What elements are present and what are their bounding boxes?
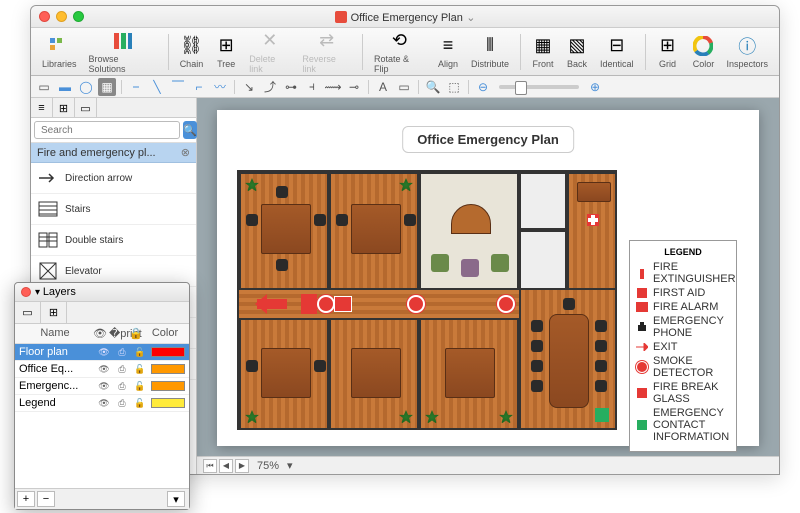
room <box>519 172 567 230</box>
library-header[interactable]: Fire and emergency pl...⊗ <box>31 143 196 163</box>
toolbar: Libraries Browse Solutions ⛓Chain ⊞Tree … <box>31 28 779 76</box>
next-page-button[interactable]: ▶ <box>235 459 249 473</box>
tree-button[interactable]: ⊞Tree <box>210 33 242 71</box>
layer-menu-button[interactable]: ▾ <box>167 491 185 507</box>
text-tool[interactable]: A <box>374 78 392 96</box>
first-page-button[interactable]: ⏮ <box>203 459 217 473</box>
room <box>419 172 519 290</box>
arrow-tool-3[interactable]: ⊶ <box>282 78 300 96</box>
room <box>329 318 419 430</box>
arrow-tool-2[interactable]: ⤴ <box>261 78 279 96</box>
fire-alarm-icon <box>334 296 352 312</box>
room <box>239 318 329 430</box>
callout-tool[interactable]: ▭ <box>395 78 413 96</box>
legend[interactable]: LEGEND FIRE EXTINGUISHER FIRST AID FIRE … <box>629 240 737 452</box>
rect-tool[interactable]: ▬ <box>56 78 74 96</box>
room <box>239 172 329 290</box>
layer-row[interactable]: Office Eq...👁⎙🔓 <box>15 361 189 378</box>
align-button[interactable]: ≡Align <box>432 33 464 71</box>
back-button[interactable]: ▧Back <box>561 33 593 71</box>
layers-titlebar[interactable]: ▾ Layers <box>15 283 189 302</box>
arrow-tool-1[interactable]: ↘ <box>240 78 258 96</box>
connector-tool-2[interactable]: ╲ <box>148 78 166 96</box>
reverse-link-button[interactable]: ⇄Reverse link <box>297 28 356 76</box>
chain-button[interactable]: ⛓Chain <box>175 33 209 71</box>
pointer-tool[interactable]: ▭ <box>35 78 53 96</box>
floor-plan[interactable] <box>237 170 617 430</box>
connector-tool-3[interactable]: ⎺ <box>169 78 187 96</box>
collapse-icon[interactable]: ⊗ <box>181 146 190 159</box>
search-input[interactable] <box>34 121 180 139</box>
delete-link-button[interactable]: ✕Delete link <box>244 28 295 76</box>
smoke-detector-icon <box>499 297 513 311</box>
inspectors-button[interactable]: ⓘInspectors <box>721 33 773 71</box>
connector-tool-1[interactable]: ⎯ <box>127 78 145 96</box>
zoom-in[interactable]: ⊕ <box>586 78 604 96</box>
fire-extinguisher-icon <box>301 294 317 314</box>
window-title: Office Emergency Plan ⌄ <box>31 10 779 24</box>
document-title[interactable]: Office Emergency Plan <box>402 126 574 153</box>
room <box>519 230 567 290</box>
connector-tool-5[interactable]: 〰 <box>211 78 229 96</box>
status-bar: ⏮ ◀ ▶ 75% ▾ <box>197 456 779 474</box>
lib-item-stairs[interactable]: Stairs <box>31 194 196 225</box>
legend-title: LEGEND <box>636 247 730 257</box>
smoke-detector-icon <box>319 297 333 311</box>
color-button[interactable]: Color <box>687 33 719 71</box>
layer-row[interactable]: Floor plan👁⎙🔓 <box>15 344 189 361</box>
grid-button[interactable]: ⊞Grid <box>651 33 683 71</box>
info-icon <box>595 408 609 422</box>
close-icon[interactable] <box>21 287 31 297</box>
arrow-tool-5[interactable]: ⟿ <box>324 78 342 96</box>
connector-tool-4[interactable]: ⌐ <box>190 78 208 96</box>
libraries-button[interactable]: Libraries <box>37 33 82 71</box>
layers-tab-2[interactable]: ⊞ <box>41 302 67 323</box>
zoom-slider[interactable] <box>499 85 579 89</box>
page[interactable]: Office Emergency Plan <box>217 110 759 446</box>
selected-tool[interactable]: ▦ <box>98 78 116 96</box>
side-tab-2[interactable]: ⊞ <box>53 98 75 118</box>
titlebar[interactable]: Office Emergency Plan ⌄ <box>31 6 779 28</box>
identical-button[interactable]: ⊟Identical <box>595 33 639 71</box>
remove-layer-button[interactable]: − <box>37 491 55 507</box>
room <box>567 172 617 290</box>
zoom-out[interactable]: ⊖ <box>474 78 492 96</box>
layers-panel[interactable]: ▾ Layers ▭ ⊞ Name👁�print🔒Color Floor pla… <box>14 282 190 510</box>
quickbar: ▭ ▬ ◯ ▦ ⎯ ╲ ⎺ ⌐ 〰 ↘ ⤴ ⊶ ⫞ ⟿ ⊸ A ▭ 🔍 ⬚ ⊖ … <box>31 76 779 98</box>
side-tab-1[interactable]: ≡ <box>31 98 53 118</box>
lib-item-double-stairs[interactable]: Double stairs <box>31 225 196 256</box>
zoom-level: 75% <box>257 460 279 472</box>
exit-arrow-icon <box>257 299 287 309</box>
rotate-flip-button[interactable]: ⟲Rotate & Flip <box>369 28 430 76</box>
room <box>419 318 519 430</box>
search-tool[interactable]: 🔍 <box>424 78 442 96</box>
browse-solutions-button[interactable]: Browse Solutions <box>84 28 162 76</box>
side-tab-3[interactable]: ▭ <box>75 98 97 118</box>
layer-row[interactable]: Emergenc...👁⎙🔓 <box>15 378 189 395</box>
lib-item-direction-arrow[interactable]: Direction arrow <box>31 163 196 194</box>
layers-header: Name👁�print🔒Color <box>15 324 189 344</box>
arrow-tool-4[interactable]: ⫞ <box>303 78 321 96</box>
room <box>329 172 419 290</box>
crop-tool[interactable]: ⬚ <box>445 78 463 96</box>
smoke-detector-icon <box>409 297 423 311</box>
front-button[interactable]: ▦Front <box>527 33 559 71</box>
distribute-button[interactable]: ⫴Distribute <box>466 33 514 71</box>
layer-row[interactable]: Legend👁⎙🔓 <box>15 395 189 412</box>
arrow-tool-6[interactable]: ⊸ <box>345 78 363 96</box>
search-button[interactable]: 🔍 <box>183 121 197 139</box>
add-layer-button[interactable]: + <box>17 491 35 507</box>
canvas[interactable]: Office Emergency Plan <box>197 98 779 474</box>
prev-page-button[interactable]: ◀ <box>219 459 233 473</box>
ellipse-tool[interactable]: ◯ <box>77 78 95 96</box>
zoom-dropdown-icon[interactable]: ▾ <box>287 459 293 472</box>
layers-tab-1[interactable]: ▭ <box>15 302 41 323</box>
